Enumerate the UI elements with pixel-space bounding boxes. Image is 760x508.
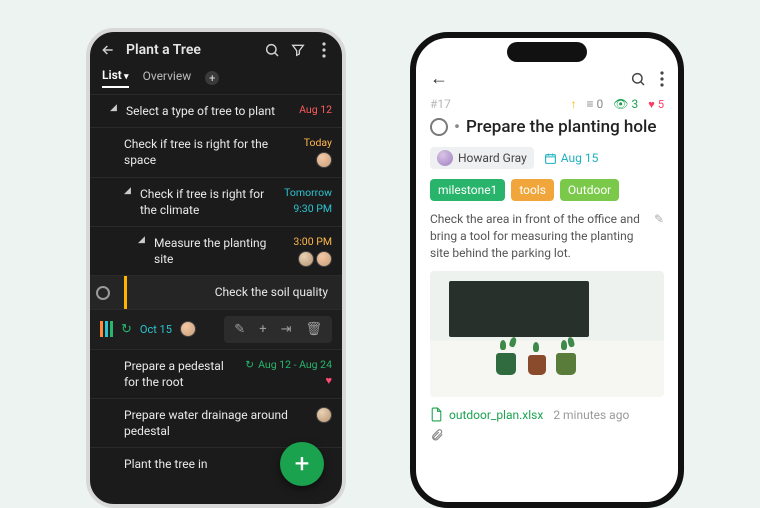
view-tabs: List Overview + (90, 64, 342, 94)
assignee-date-row: Howard Gray Aug 15 (430, 147, 664, 169)
task-title-row: • Prepare the planting hole (430, 117, 664, 137)
filter-icon[interactable] (290, 42, 306, 58)
task-title-text[interactable]: Prepare the planting hole (466, 117, 657, 137)
subtask-count[interactable]: ≡ 0 (587, 97, 604, 111)
task-title: Measure the planting site (154, 235, 285, 267)
fab-add-button[interactable]: + (280, 442, 324, 486)
favorite-icon[interactable]: ♥ (325, 374, 332, 387)
task-meta-row: #17 ↑ ≡ 0 👁 3 ♥ 5 (430, 97, 664, 111)
task-row[interactable]: Check if tree is right for the space Tod… (90, 127, 342, 176)
task-description[interactable]: Check the area in front of the office an… (430, 211, 664, 261)
back-icon[interactable]: ← (430, 68, 448, 89)
task-row[interactable]: Prepare water drainage around pedestal (90, 398, 342, 447)
recurring-icon[interactable]: ↻ (121, 322, 132, 337)
quick-action-toolbar: ↻ Oct 15 ✎ + ⇥ 🗑 (90, 309, 342, 349)
task-date: Today (304, 136, 332, 149)
recurring-icon: ↻ (245, 358, 254, 371)
task-row[interactable]: Prepare a pedestal for the root ↻ Aug 12 … (90, 349, 342, 398)
task-date: Aug 12 (299, 103, 332, 116)
edit-icon[interactable]: ✎ (654, 211, 664, 228)
collapse-caret-icon[interactable]: ◢ (110, 103, 118, 113)
attach-icon[interactable] (430, 428, 664, 442)
tab-overview[interactable]: Overview (143, 69, 192, 87)
assignee-avatar (437, 150, 453, 166)
add-subtask-icon[interactable]: + (259, 322, 266, 337)
task-title: Check if tree is right for the climate (140, 186, 276, 218)
toolbar-date[interactable]: Oct 15 (140, 323, 172, 336)
search-icon[interactable] (630, 71, 646, 87)
task-id: #17 (430, 97, 561, 111)
file-icon (430, 407, 443, 422)
ios-phone-frame: ← #17 ↑ ≡ 0 👁 3 ♥ 5 • Prepare the planti… (410, 32, 684, 508)
android-phone-frame: Plant a Tree List Overview + ◢ Select a … (86, 28, 346, 508)
assignee-avatar[interactable] (316, 152, 332, 168)
notch (507, 42, 587, 62)
complete-checkbox[interactable] (430, 118, 448, 136)
app-header: Plant a Tree (90, 32, 342, 64)
bullet-icon: • (454, 117, 460, 137)
tab-list[interactable]: List (102, 68, 129, 88)
priority-bar (124, 276, 127, 308)
task-title: Prepare water drainage around pedestal (124, 407, 308, 439)
task-row[interactable]: ◢ Select a type of tree to plant Aug 12 (90, 94, 342, 127)
task-row-selected[interactable]: Check the soil quality (90, 275, 342, 308)
assignee-avatar[interactable] (316, 407, 332, 423)
assignee-avatar[interactable] (298, 251, 314, 267)
attachment-file-row[interactable]: outdoor_plan.xlsx 2 minutes ago (430, 407, 664, 422)
tag-chip[interactable]: milestone1 (430, 179, 505, 201)
back-icon[interactable] (100, 42, 116, 58)
priority-stripes-icon[interactable] (100, 321, 113, 337)
attachment-image[interactable] (430, 271, 664, 397)
indent-icon[interactable]: ⇥ (281, 322, 292, 337)
search-icon[interactable] (264, 42, 280, 58)
due-date[interactable]: Aug 15 (544, 151, 599, 165)
more-icon[interactable] (660, 71, 664, 87)
task-time: 9:30 PM (293, 202, 332, 215)
delete-icon[interactable]: 🗑 (305, 322, 322, 337)
collapse-caret-icon[interactable]: ◢ (124, 186, 132, 196)
assignee-avatar[interactable] (316, 251, 332, 267)
task-date: Aug 12 - Aug 24 (258, 358, 332, 371)
task-title: Select a type of tree to plant (126, 103, 291, 119)
project-title: Plant a Tree (126, 42, 254, 58)
more-icon[interactable] (316, 42, 332, 58)
assignee-chip[interactable]: Howard Gray (430, 147, 534, 169)
watchers-count[interactable]: 👁 3 (613, 97, 638, 111)
move-up-icon[interactable]: ↑ (571, 97, 577, 111)
tags-row: milestone1 tools Outdoor (430, 179, 664, 201)
task-title: Check the soil quality (135, 284, 332, 300)
task-row[interactable]: ◢ Check if tree is right for the climate… (90, 177, 342, 226)
attachment-time: 2 minutes ago (553, 408, 629, 422)
collapse-caret-icon[interactable]: ◢ (138, 235, 146, 245)
task-time: 3:00 PM (293, 235, 332, 248)
detail-header: ← (430, 68, 664, 89)
tag-chip[interactable]: Outdoor (560, 179, 619, 201)
likes-count[interactable]: ♥ 5 (648, 98, 664, 111)
tag-chip[interactable]: tools (511, 179, 554, 201)
assignee-name: Howard Gray (458, 151, 527, 165)
attachment-filename: outdoor_plan.xlsx (449, 408, 543, 422)
assignee-avatar[interactable] (180, 321, 196, 337)
complete-checkbox[interactable] (96, 286, 110, 300)
task-title: Check if tree is right for the space (124, 136, 296, 168)
task-title: Prepare a pedestal for the root (124, 358, 237, 390)
edit-icon[interactable]: ✎ (234, 322, 245, 337)
add-view-icon[interactable]: + (205, 71, 219, 85)
task-row[interactable]: ◢ Measure the planting site 3:00 PM (90, 226, 342, 275)
task-date: Tomorrow (284, 186, 332, 199)
